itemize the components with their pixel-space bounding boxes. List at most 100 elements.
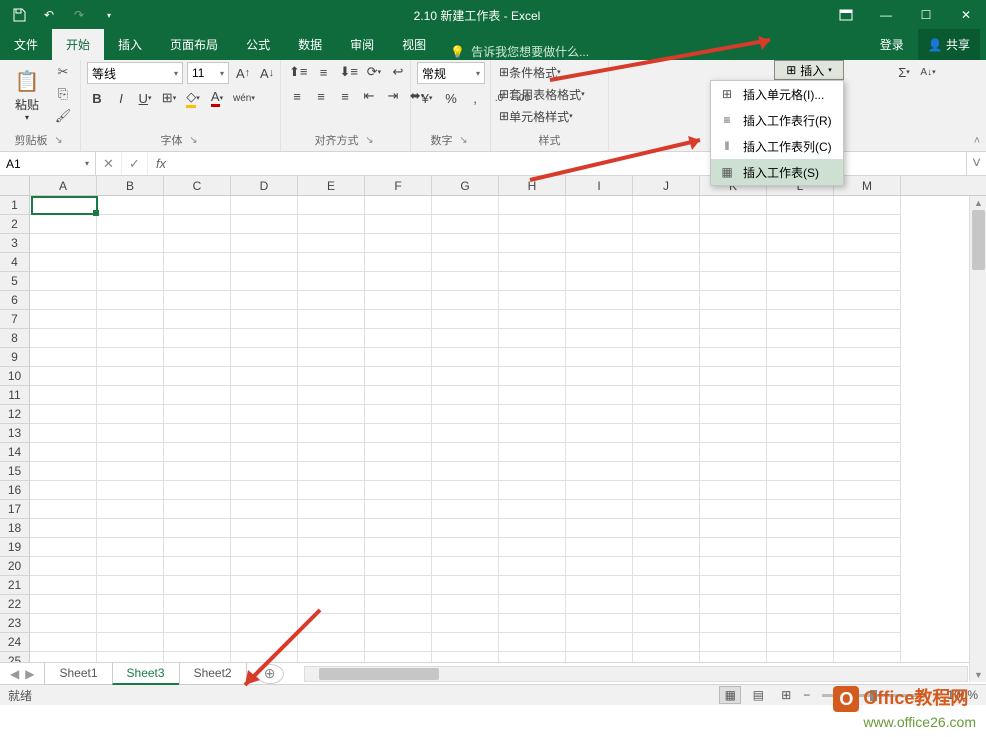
cell[interactable] [432, 386, 499, 405]
cell[interactable] [298, 519, 365, 538]
cell[interactable] [432, 348, 499, 367]
cell[interactable] [30, 272, 97, 291]
cell[interactable] [432, 652, 499, 662]
row-header[interactable]: 22 [0, 595, 30, 614]
cell[interactable] [365, 519, 432, 538]
cell[interactable] [566, 386, 633, 405]
row-header[interactable]: 5 [0, 272, 30, 291]
cell[interactable] [298, 253, 365, 272]
cell[interactable] [164, 633, 231, 652]
cell[interactable] [566, 215, 633, 234]
cell[interactable] [432, 500, 499, 519]
cell[interactable] [700, 481, 767, 500]
row-header[interactable]: 25 [0, 652, 30, 662]
cell[interactable] [231, 272, 298, 291]
cell[interactable] [298, 215, 365, 234]
cell[interactable] [231, 386, 298, 405]
share-button[interactable]: 👤 共享 [918, 29, 980, 60]
cell[interactable] [834, 196, 901, 215]
sheet-nav-next[interactable]: ▶ [23, 667, 36, 681]
cell[interactable] [97, 310, 164, 329]
cell[interactable] [164, 329, 231, 348]
cell[interactable] [298, 500, 365, 519]
cell[interactable] [633, 405, 700, 424]
cell[interactable] [499, 614, 566, 633]
row-header[interactable]: 4 [0, 253, 30, 272]
cell[interactable] [164, 367, 231, 386]
page-layout-view-button[interactable]: ▤ [747, 686, 769, 704]
cell[interactable] [298, 595, 365, 614]
cell[interactable] [298, 272, 365, 291]
cell[interactable] [365, 538, 432, 557]
cell[interactable] [499, 348, 566, 367]
new-sheet-button[interactable]: ⊕ [256, 664, 284, 684]
comma-button[interactable]: , [465, 88, 485, 108]
maximize-button[interactable]: ☐ [906, 0, 946, 30]
cell[interactable] [30, 538, 97, 557]
cell[interactable] [298, 652, 365, 662]
sheet-tab[interactable]: Sheet3 [112, 663, 180, 685]
cell[interactable] [432, 614, 499, 633]
tab-formula[interactable]: 公式 [232, 29, 284, 60]
font-color-button[interactable]: A▾ [207, 88, 227, 108]
cell[interactable] [834, 405, 901, 424]
cell[interactable] [633, 196, 700, 215]
cell[interactable] [566, 253, 633, 272]
cell[interactable] [566, 424, 633, 443]
tab-review[interactable]: 审阅 [336, 29, 388, 60]
cell[interactable] [231, 538, 298, 557]
cell[interactable] [566, 652, 633, 662]
cell[interactable] [499, 481, 566, 500]
cell[interactable] [700, 310, 767, 329]
cell[interactable] [97, 557, 164, 576]
cell[interactable] [566, 576, 633, 595]
cell[interactable] [767, 576, 834, 595]
align-middle-button[interactable]: ≡ [313, 62, 333, 82]
cell[interactable] [834, 462, 901, 481]
cell[interactable] [767, 595, 834, 614]
cell[interactable] [633, 386, 700, 405]
cell[interactable] [231, 405, 298, 424]
cell[interactable] [767, 538, 834, 557]
cell[interactable] [700, 272, 767, 291]
decrease-font-button[interactable]: A↓ [257, 63, 277, 83]
cell[interactable] [633, 652, 700, 662]
cell[interactable] [834, 291, 901, 310]
cell[interactable] [97, 367, 164, 386]
column-header[interactable]: E [298, 176, 365, 195]
cell[interactable] [164, 519, 231, 538]
indent-increase-button[interactable]: ⇥ [383, 86, 403, 106]
cell[interactable] [834, 481, 901, 500]
cell[interactable] [566, 234, 633, 253]
font-launcher[interactable]: ↘ [187, 133, 201, 147]
cell[interactable] [97, 519, 164, 538]
cell[interactable] [231, 196, 298, 215]
name-box[interactable]: A1▾ [0, 152, 96, 175]
cell[interactable] [767, 253, 834, 272]
cell[interactable] [499, 538, 566, 557]
cell[interactable] [767, 348, 834, 367]
cell[interactable] [633, 424, 700, 443]
cell[interactable] [834, 614, 901, 633]
column-header[interactable]: H [499, 176, 566, 195]
cell[interactable] [97, 291, 164, 310]
cell[interactable] [700, 405, 767, 424]
number-format-select[interactable]: 常规▾ [417, 62, 485, 84]
normal-view-button[interactable]: ▦ [719, 686, 741, 704]
cell[interactable] [767, 443, 834, 462]
cell[interactable] [30, 310, 97, 329]
cell[interactable] [633, 462, 700, 481]
cell[interactable] [164, 424, 231, 443]
cell[interactable] [633, 614, 700, 633]
cell[interactable] [97, 215, 164, 234]
cell[interactable] [365, 652, 432, 662]
cell[interactable] [164, 481, 231, 500]
cell[interactable] [767, 215, 834, 234]
horizontal-scrollbar[interactable] [304, 666, 968, 682]
cell[interactable] [700, 519, 767, 538]
cell[interactable] [365, 196, 432, 215]
cell[interactable] [432, 367, 499, 386]
cell[interactable] [231, 424, 298, 443]
cell[interactable] [499, 386, 566, 405]
cell[interactable] [499, 215, 566, 234]
